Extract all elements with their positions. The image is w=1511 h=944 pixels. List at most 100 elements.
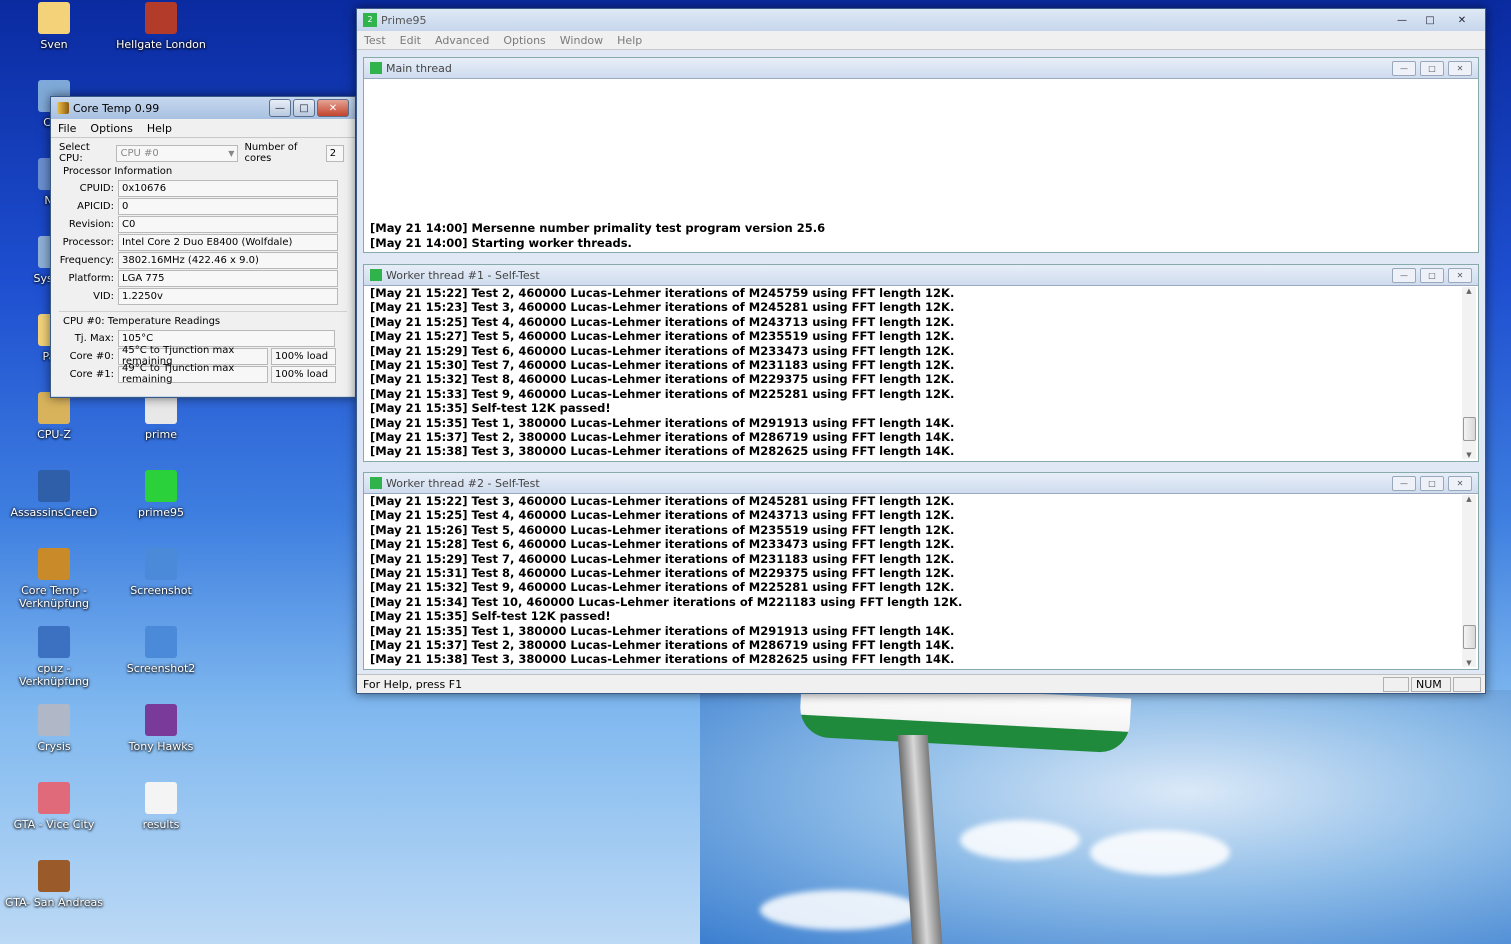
- proc-info-value: C0: [118, 215, 338, 233]
- maximize-icon[interactable]: □: [1420, 60, 1444, 76]
- prime95-titlebar[interactable]: 2 Prime95 — □ ✕: [357, 9, 1485, 31]
- minimize-icon[interactable]: —: [1392, 475, 1416, 491]
- scroll-up-icon[interactable]: ▲: [1462, 287, 1476, 295]
- prime95-app-icon: 2: [363, 13, 377, 27]
- close-icon[interactable]: ✕: [1448, 60, 1472, 76]
- menu-edit[interactable]: Edit: [393, 34, 428, 47]
- menu-test[interactable]: Test: [357, 34, 393, 47]
- desktop-icon-label: Crysis: [37, 740, 71, 753]
- right-desktop-icon[interactable]: prime: [111, 392, 211, 441]
- shortcut-icon: [145, 704, 177, 736]
- desktop-icon-label: Hellgate London: [116, 38, 206, 51]
- proc-info-value: LGA 775: [118, 269, 338, 287]
- prime95-menubar: Test Edit Advanced Options Window Help: [357, 31, 1485, 50]
- main-thread-log: [May 21 14:00] Mersenne number primality…: [364, 221, 1478, 250]
- select-cpu-dropdown[interactable]: CPU #0 ▼: [116, 144, 239, 162]
- close-icon[interactable]: ✕: [1448, 267, 1472, 283]
- menu-help[interactable]: Help: [140, 122, 179, 135]
- log-line: [May 21 15:32] Test 8, 460000 Lucas-Lehm…: [370, 372, 955, 387]
- proc-info-label: CPUID:: [79, 182, 114, 194]
- left-desktop-icon[interactable]: GTA - Vice City: [4, 782, 104, 831]
- log-line: [May 21 15:22] Test 3, 460000 Lucas-Lehm…: [370, 494, 955, 508]
- maximize-icon[interactable]: □: [1420, 475, 1444, 491]
- close-icon[interactable]: ✕: [317, 99, 349, 117]
- main-thread-title: Main thread: [386, 61, 452, 75]
- right-desktop-icon[interactable]: Tony Hawks: [111, 704, 211, 753]
- left-desktop-icon[interactable]: CPU-Z: [4, 392, 104, 441]
- shortcut-icon: [145, 626, 177, 658]
- log-line: [May 21 15:32] Test 9, 460000 Lucas-Lehm…: [370, 580, 955, 595]
- scrollbar-thumb[interactable]: [1463, 625, 1476, 649]
- left-desktop-icon[interactable]: GTA- San Andreas: [4, 860, 104, 909]
- shortcut-icon: [38, 860, 70, 892]
- log-line: [May 21 15:38] Test 3, 380000 Lucas-Lehm…: [370, 444, 955, 459]
- maximize-icon[interactable]: □: [1420, 267, 1444, 283]
- proc-info-label: APICID:: [77, 200, 114, 212]
- worker2-log: [May 21 15:22] Test 3, 460000 Lucas-Lehm…: [364, 494, 1460, 667]
- shortcut-icon: [38, 548, 70, 580]
- proc-info-value: 1.2250v: [118, 287, 338, 305]
- close-icon[interactable]: ✕: [1445, 12, 1479, 28]
- prime95-thread-icon: [370, 269, 382, 281]
- left-desktop-icon[interactable]: Crysis: [4, 704, 104, 753]
- shortcut-icon: [145, 2, 177, 34]
- core-load-value: 100% load: [271, 347, 336, 365]
- log-line: [May 21 15:25] Test 4, 460000 Lucas-Lehm…: [370, 314, 955, 329]
- coretemp-body: Select CPU: CPU #0 ▼ Number of cores 2 P…: [51, 138, 355, 396]
- menu-file[interactable]: File: [51, 122, 83, 135]
- menu-options[interactable]: Options: [83, 122, 139, 135]
- scroll-up-icon[interactable]: ▲: [1462, 495, 1476, 503]
- shortcut-icon: [38, 2, 70, 34]
- right-desktop-icon[interactable]: Screenshot2: [111, 626, 211, 675]
- minimize-icon[interactable]: —: [1392, 267, 1416, 283]
- proc-info-group: CPUID: 0x10676 APICID: 0 Revision: C0 Processo…: [59, 179, 347, 305]
- worker1-titlebar[interactable]: Worker thread #1 - Self-Test — □ ✕: [364, 265, 1478, 286]
- proc-info-value: 0x10676: [118, 179, 338, 197]
- left-desktop-icon[interactable]: Sven: [4, 2, 104, 51]
- desktop-icon-label: Sven: [40, 38, 68, 51]
- minimize-icon[interactable]: —: [1392, 60, 1416, 76]
- proc-info-label: Processor:: [62, 236, 114, 248]
- desktop-icon-label: cpuz - Verknüpfung: [18, 662, 90, 688]
- prime95-thread-icon: [370, 477, 382, 489]
- scrollbar-thumb[interactable]: [1463, 417, 1476, 441]
- desktop-icon-label: Screenshot: [130, 584, 192, 597]
- log-line: [May 21 14:00] Mersenne number primality…: [370, 221, 826, 236]
- core-load-value: 100% load: [271, 365, 336, 383]
- coretemp-titlebar[interactable]: Core Temp 0.99 — □ ✕: [51, 97, 355, 119]
- menu-options[interactable]: Options: [496, 34, 552, 47]
- proc-info-row: Frequency: 3802.16MHz (422.46 x 9.0): [59, 251, 347, 269]
- desktop-icon-label: CPU-Z: [37, 428, 71, 441]
- minimize-icon[interactable]: —: [269, 99, 291, 117]
- proc-info-title: Processor Information: [63, 166, 173, 177]
- shortcut-icon: [38, 782, 70, 814]
- close-icon[interactable]: ✕: [1448, 475, 1472, 491]
- menu-help[interactable]: Help: [610, 34, 649, 47]
- proc-info-label: Frequency:: [59, 254, 114, 266]
- maximize-icon[interactable]: □: [293, 99, 315, 117]
- worker1-scrollbar[interactable]: ▲ ▼: [1462, 287, 1476, 459]
- worker2-scrollbar[interactable]: ▲ ▼: [1462, 495, 1476, 667]
- right-desktop-icon[interactable]: results: [111, 782, 211, 831]
- worker2-window: Worker thread #2 - Self-Test — □ ✕ [May …: [363, 472, 1479, 670]
- desktop-icon-label: GTA- San Andreas: [5, 896, 103, 909]
- left-desktop-icon[interactable]: AssassinsCreeD: [4, 470, 104, 519]
- menu-advanced[interactable]: Advanced: [428, 34, 496, 47]
- scroll-down-icon[interactable]: ▼: [1462, 451, 1476, 459]
- log-line: [May 21 15:25] Test 4, 460000 Lucas-Lehm…: [370, 508, 955, 523]
- worker2-title: Worker thread #2 - Self-Test: [386, 476, 540, 490]
- right-desktop-icon[interactable]: prime95: [111, 470, 211, 519]
- num-cores-value: 2: [325, 144, 344, 162]
- main-thread-titlebar[interactable]: Main thread — □ ✕: [364, 58, 1478, 79]
- desktop-icon-label: Screenshot2: [126, 662, 196, 675]
- maximize-icon[interactable]: □: [1417, 12, 1443, 28]
- right-desktop-icon[interactable]: Hellgate London: [111, 2, 211, 51]
- scroll-down-icon[interactable]: ▼: [1462, 659, 1476, 667]
- worker2-titlebar[interactable]: Worker thread #2 - Self-Test — □ ✕: [364, 473, 1478, 494]
- left-desktop-icon[interactable]: Core Temp - Verknüpfung: [4, 548, 104, 610]
- right-desktop-icon[interactable]: Screenshot: [111, 548, 211, 597]
- log-line: [May 21 15:34] Test 10, 460000 Lucas-Leh…: [370, 594, 963, 609]
- menu-window[interactable]: Window: [553, 34, 610, 47]
- minimize-icon[interactable]: —: [1389, 12, 1415, 28]
- left-desktop-icon[interactable]: cpuz - Verknüpfung: [4, 626, 104, 688]
